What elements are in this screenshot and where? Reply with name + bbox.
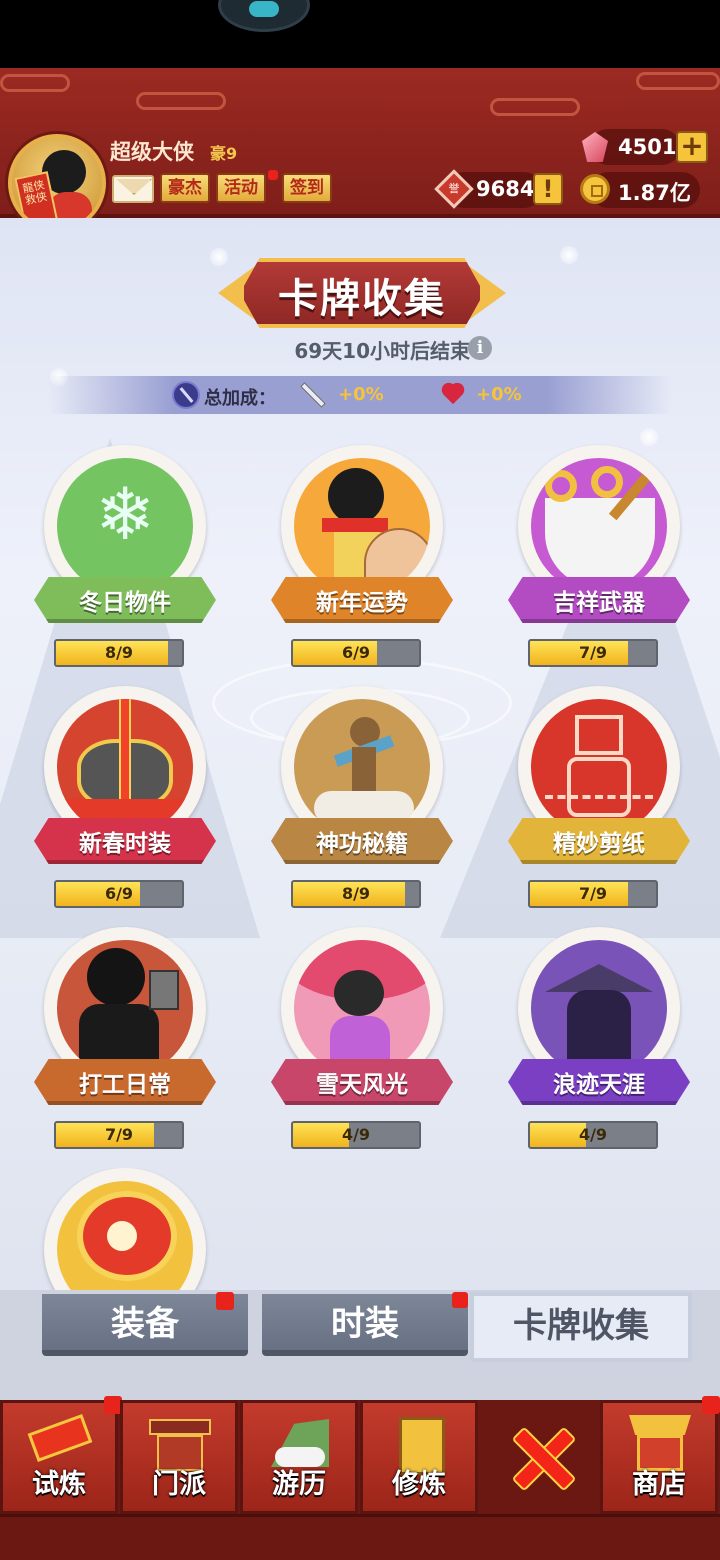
nav-sect[interactable]: 门派 bbox=[120, 1400, 238, 1514]
card-progress-bar: 7/9 bbox=[528, 639, 658, 667]
coin-icon bbox=[580, 174, 610, 204]
event-notification-dot bbox=[268, 170, 278, 180]
attack-bonus-value: +0% bbox=[338, 384, 384, 405]
card-set-lion-dance[interactable] bbox=[34, 1168, 214, 1296]
card-set-name: 神功秘籍 bbox=[316, 831, 408, 857]
lion-helmet-icon bbox=[57, 699, 193, 835]
tab-equipment-badge bbox=[216, 1292, 234, 1310]
card-progress-bar: 6/9 bbox=[291, 639, 421, 667]
card-progress-bar: 8/9 bbox=[54, 639, 184, 667]
info-icon[interactable]: i bbox=[468, 336, 492, 360]
card-set-name: 打工日常 bbox=[79, 1072, 171, 1098]
close-icon[interactable] bbox=[512, 1428, 570, 1486]
card-progress-bar: 8/9 bbox=[291, 880, 421, 908]
heart-icon bbox=[441, 384, 467, 406]
coins-value: 1.87亿 bbox=[618, 181, 691, 205]
card-progress-bar: 7/9 bbox=[528, 880, 658, 908]
honor-value: 9684 bbox=[476, 177, 535, 201]
card-progress-bar: 6/9 bbox=[54, 880, 184, 908]
nav-cultivate[interactable]: 修炼 bbox=[360, 1400, 478, 1514]
card-progress-bar: 4/9 bbox=[528, 1121, 658, 1149]
fan-character-icon bbox=[294, 458, 430, 594]
card-set-spring-outfits[interactable]: 新春时装 6/9 bbox=[34, 686, 216, 916]
nav-trial[interactable]: 试炼 bbox=[0, 1400, 118, 1514]
tab-card-collection[interactable]: 卡牌收集 bbox=[470, 1292, 692, 1362]
tab-fashion-badge bbox=[452, 1292, 468, 1308]
card-set-new-year-fortune[interactable]: 新年运势 6/9 bbox=[271, 445, 453, 675]
flying-sage-icon bbox=[294, 699, 430, 835]
event-tag-button[interactable]: 活动 bbox=[216, 173, 266, 203]
hp-bonus-value: +0% bbox=[476, 384, 522, 405]
add-gems-button[interactable]: + bbox=[676, 131, 708, 163]
card-set-name: 精妙剪纸 bbox=[553, 831, 645, 857]
camera-notch-icon bbox=[218, 0, 310, 32]
honor-info-button[interactable]: ! bbox=[533, 173, 563, 205]
card-set-name: 吉祥武器 bbox=[553, 590, 645, 616]
straw-hat-swordsman-icon bbox=[531, 940, 667, 1076]
card-set-paper-cutting[interactable]: 精妙剪纸 7/9 bbox=[508, 686, 690, 916]
card-set-winter-items[interactable]: ❄ 冬日物件 8/9 bbox=[34, 445, 216, 675]
card-progress-bar: 4/9 bbox=[291, 1121, 421, 1149]
bonus-icon bbox=[172, 381, 200, 409]
cloud-ornament-icon bbox=[636, 72, 720, 90]
card-set-name: 浪迹天涯 bbox=[553, 1072, 645, 1098]
snowflake-icon: ❄ bbox=[57, 458, 193, 594]
card-set-lucky-weapons[interactable]: 吉祥武器 7/9 bbox=[508, 445, 690, 675]
card-set-name: 雪天风光 bbox=[316, 1072, 408, 1098]
cloud-ornament-icon bbox=[136, 92, 226, 110]
hero-tag-button[interactable]: 豪杰 bbox=[160, 173, 210, 203]
mail-icon[interactable] bbox=[112, 175, 154, 203]
checkin-tag-button[interactable]: 签到 bbox=[282, 173, 332, 203]
worker-character-icon bbox=[57, 940, 193, 1076]
event-countdown: 69天10小时后结束 bbox=[294, 339, 470, 363]
cloud-ornament-icon bbox=[490, 98, 580, 116]
umbrella-lady-icon bbox=[294, 940, 430, 1076]
card-progress-bar: 7/9 bbox=[54, 1121, 184, 1149]
page-title: 卡牌收集 bbox=[278, 276, 446, 322]
cloud-ornament-icon bbox=[0, 74, 70, 92]
bonus-label: 总加成： bbox=[204, 388, 276, 409]
papercut-warrior-icon bbox=[531, 699, 667, 835]
card-set-snowy-scenery[interactable]: 雪天风光 4/9 bbox=[271, 927, 453, 1157]
card-set-martial-manuals[interactable]: 神功秘籍 8/9 bbox=[271, 686, 453, 916]
tab-fashion[interactable]: 时装 bbox=[262, 1294, 468, 1356]
vip-level-badge: 豪9 bbox=[210, 144, 238, 163]
card-set-name: 新年运势 bbox=[316, 590, 408, 616]
card-set-name: 新春时装 bbox=[79, 831, 171, 857]
nav-shop-badge bbox=[702, 1396, 720, 1414]
blade-and-coins-icon bbox=[531, 458, 667, 594]
nav-shop[interactable]: 商店 bbox=[600, 1400, 718, 1514]
card-set-daily-work[interactable]: 打工日常 7/9 bbox=[34, 927, 216, 1157]
card-set-wanderer[interactable]: 浪迹天涯 4/9 bbox=[508, 927, 690, 1157]
status-bar bbox=[0, 0, 720, 68]
gems-value: 4501 bbox=[618, 135, 677, 159]
system-bottom-bar bbox=[0, 1514, 720, 1560]
nav-travel[interactable]: 游历 bbox=[240, 1400, 358, 1514]
player-name: 超级大侠 bbox=[110, 140, 194, 164]
card-set-name: 冬日物件 bbox=[79, 590, 171, 616]
